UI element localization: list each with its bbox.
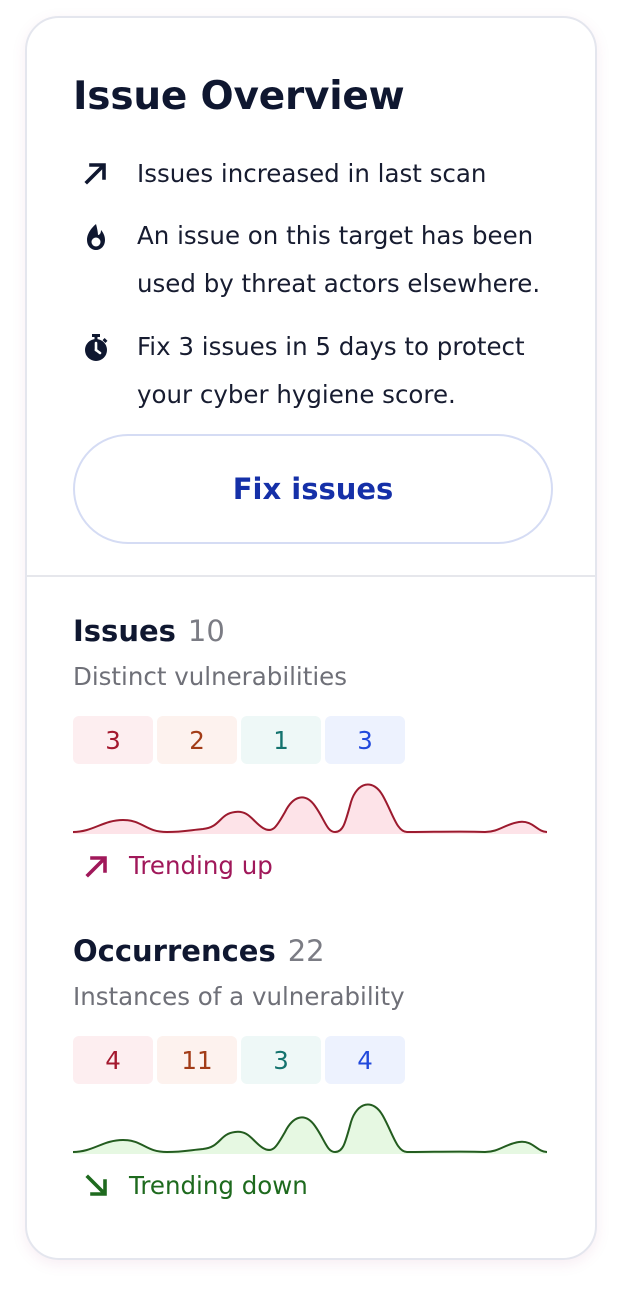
overview-section: Issue Overview Issues increased in last … [27,18,595,577]
severity-chip-critical: 4 [73,1036,153,1084]
fix-issues-button[interactable]: Fix issues [73,434,553,544]
severity-chip-medium: 3 [241,1036,321,1084]
arrow-up-right-icon [83,852,111,880]
insight-text: An issue on this target has been used by… [137,221,541,298]
severity-chip-critical: 3 [73,716,153,764]
metric-count: 10 [187,614,225,648]
trend-label: Trending down [129,1171,308,1200]
insight-text: Issues increased in last scan [137,159,487,188]
severity-chip-low: 3 [325,716,405,764]
metric-subtitle: Distinct vulnerabilities [73,662,347,691]
metric-title: Issues [73,614,176,648]
issues-sparkline [73,783,547,834]
metric-subtitle: Instances of a vulnerability [73,982,405,1011]
severity-chip-low: 4 [325,1036,405,1084]
issue-overview-card: Issue Overview Issues increased in last … [25,16,597,1260]
metric-header: Occurrences 22 [73,934,325,968]
arrow-down-right-icon [83,1172,111,1200]
severity-chip-medium: 1 [241,716,321,764]
metric-count: 22 [287,934,325,968]
stopwatch-icon [81,333,111,363]
arrow-up-right-icon [81,158,111,188]
metric-header: Issues 10 [73,614,225,648]
section-divider [27,575,595,577]
insight-text: Fix 3 issues in 5 days to protect your c… [137,332,525,409]
card-title: Issue Overview [73,74,405,119]
severity-chip-high: 11 [157,1036,237,1084]
occurrences-sparkline [73,1103,547,1154]
flame-icon [81,222,111,252]
metric-title: Occurrences [73,934,276,968]
severity-chip-high: 2 [157,716,237,764]
trend-label: Trending up [129,851,273,880]
